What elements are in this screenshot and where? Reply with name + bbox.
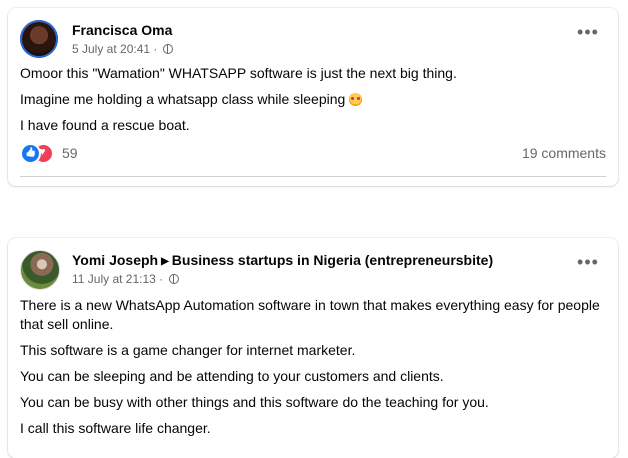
avatar[interactable] bbox=[20, 250, 60, 290]
post-meta: 5 July at 20:41 · bbox=[72, 42, 173, 56]
emoji-face-icon bbox=[349, 93, 363, 106]
comments-count-link[interactable]: 19 comments bbox=[522, 145, 606, 161]
post-timestamp[interactable]: 5 July at 20:41 · bbox=[72, 42, 157, 56]
post-timestamp[interactable]: 11 July at 21:13 · bbox=[72, 272, 163, 286]
comment-button[interactable] bbox=[278, 180, 318, 186]
post-line: Omoor this "Wamation" WHATSAPP software … bbox=[20, 65, 457, 81]
globe-icon bbox=[162, 44, 173, 54]
share-button[interactable] bbox=[488, 180, 528, 186]
reactions-bar: 59 19 comments bbox=[20, 142, 606, 164]
divider bbox=[20, 176, 606, 177]
post-header: Yomi Joseph ▶ Business startups in Nigeria… bbox=[20, 250, 606, 292]
post-meta: 11 July at 21:13 · bbox=[72, 272, 179, 286]
avatar[interactable] bbox=[20, 20, 58, 58]
like-button[interactable] bbox=[98, 180, 138, 186]
post-line: This software is a game changer for inte… bbox=[20, 342, 356, 358]
globe-icon bbox=[168, 274, 179, 284]
post-line: I have found a rescue boat. bbox=[20, 117, 190, 133]
post-line: There is a new WhatsApp Automation softw… bbox=[20, 297, 600, 332]
post-line: You can be busy with other things and th… bbox=[20, 394, 489, 410]
post-body: There is a new WhatsApp Automation softw… bbox=[20, 296, 606, 445]
author-name[interactable]: Francisca Oma bbox=[72, 22, 172, 38]
post-header: Francisca Oma 5 July at 20:41 · ••• bbox=[20, 20, 606, 62]
author-name[interactable]: Yomi Joseph bbox=[72, 252, 158, 268]
more-options-icon[interactable]: ••• bbox=[574, 253, 602, 276]
post-line-with-emoji: Imagine me holding a whatsapp class whil… bbox=[20, 90, 606, 109]
group-arrow-icon: ▶ bbox=[161, 256, 169, 267]
post-card: Yomi Joseph ▶ Business startups in Nigeria… bbox=[8, 238, 618, 458]
like-reaction-icon[interactable] bbox=[20, 143, 41, 164]
post-line: You can be sleeping and be attending to … bbox=[20, 368, 444, 384]
author-and-group: Yomi Joseph ▶ Business startups in Nigeria… bbox=[72, 252, 493, 268]
post-line: Imagine me holding a whatsapp class whil… bbox=[20, 91, 346, 107]
post-card: Francisca Oma 5 July at 20:41 · ••• Omoo… bbox=[8, 8, 618, 186]
reaction-count[interactable]: 59 bbox=[62, 145, 78, 161]
post-line: I call this software life changer. bbox=[20, 420, 211, 436]
more-options-icon[interactable]: ••• bbox=[574, 23, 602, 46]
post-body: Omoor this "Wamation" WHATSAPP software … bbox=[20, 64, 606, 142]
group-name[interactable]: Business startups in Nigeria (entreprene… bbox=[172, 252, 493, 268]
